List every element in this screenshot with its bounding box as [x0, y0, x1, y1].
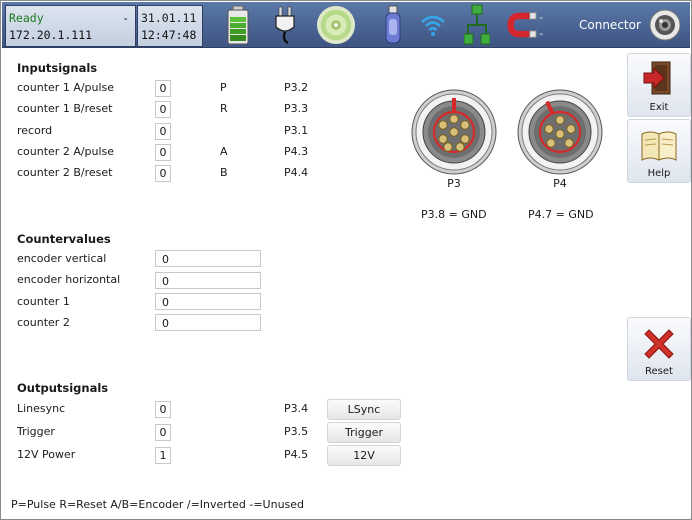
input-label: record: [17, 124, 53, 137]
status-panel: Ready - 172.20.1.111: [5, 5, 136, 47]
counter-label: counter 2: [17, 316, 70, 329]
counter-label: encoder horizontal: [17, 273, 121, 286]
p3-gnd-label: P3.8 = GND: [421, 208, 487, 221]
help-button[interactable]: Help: [627, 119, 691, 183]
input-code: A: [220, 145, 228, 158]
input-label: counter 1 A/pulse: [17, 81, 115, 94]
counter-label: encoder vertical: [17, 252, 107, 265]
datetime-panel: 31.01.11 12:47:48: [137, 5, 203, 47]
input-pin: P3.2: [284, 81, 309, 94]
input-pin: P4.3: [284, 145, 309, 158]
reset-button[interactable]: Reset: [627, 317, 691, 381]
exit-button[interactable]: Exit: [627, 53, 691, 117]
connector-p4-label: P4: [553, 177, 567, 190]
input-label: counter 2 B/reset: [17, 166, 113, 179]
input-pin: P3.1: [284, 124, 309, 137]
reset-label: Reset: [645, 366, 673, 377]
input-value: 0: [155, 80, 171, 97]
camera-connector-icon[interactable]: [645, 5, 685, 45]
network-icon[interactable]: [457, 4, 497, 45]
input-pin: P4.4: [284, 166, 309, 179]
counter-value: 0: [155, 250, 261, 267]
countervalues-title: Countervalues: [17, 232, 111, 246]
output-label: 12V Power: [17, 448, 76, 461]
usb-stick-icon[interactable]: [373, 5, 413, 45]
counter-label: counter 1: [17, 295, 70, 308]
legend-text: P=Pulse R=Reset A/B=Encoder /=Inverted -…: [11, 498, 305, 511]
date-text: 31.01.11: [141, 11, 197, 25]
output-pin: P3.5: [284, 425, 309, 438]
output-value: 0: [155, 424, 171, 441]
input-value: 0: [155, 144, 171, 161]
p4-gnd-label: P4.7 = GND: [528, 208, 594, 221]
status-text: Ready: [9, 11, 44, 25]
outputsignals-title: Outputsignals: [17, 381, 109, 395]
input-value: 0: [155, 165, 171, 182]
trigger-button[interactable]: Trigger: [327, 422, 401, 443]
status-bar: Ready - 172.20.1.111 31.01.11 12:47:48 ≈…: [2, 2, 690, 48]
counter-value: 0: [155, 314, 261, 331]
input-value: 0: [155, 101, 171, 118]
help-label: Help: [647, 168, 671, 179]
main-window: Ready - 172.20.1.111 31.01.11 12:47:48 ≈…: [0, 0, 692, 520]
input-label: counter 1 B/reset: [17, 102, 113, 115]
input-value: 0: [155, 123, 171, 140]
book-icon: [640, 128, 678, 165]
exit-label: Exit: [649, 102, 669, 113]
close-x-icon: [641, 326, 677, 365]
battery-icon[interactable]: [218, 5, 258, 45]
exit-icon: [642, 60, 676, 99]
connector-p4-icon: [517, 89, 603, 178]
connector-label: Connector: [579, 18, 641, 32]
input-code: R: [220, 102, 228, 115]
output-label: Linesync: [17, 402, 66, 415]
connector-p3-label: P3: [447, 177, 461, 190]
power-plug-icon[interactable]: [265, 5, 305, 45]
12v-button[interactable]: 12V: [327, 445, 401, 466]
output-pin: P4.5: [284, 448, 309, 461]
output-value: 1: [155, 447, 171, 464]
ip-address: 172.20.1.111: [9, 28, 93, 42]
output-value: 0: [155, 401, 171, 418]
time-text: 12:47:48: [141, 28, 197, 42]
status-suffix: -: [122, 11, 129, 25]
disc-icon[interactable]: [316, 5, 356, 45]
inputsignals-title: Inputsignals: [17, 61, 98, 75]
lsync-button[interactable]: LSync: [327, 399, 401, 420]
counter-value: 0: [155, 272, 261, 289]
input-code: P: [220, 81, 227, 94]
svg-text:≈: ≈: [539, 32, 544, 38]
output-pin: P3.4: [284, 402, 309, 415]
counter-value: 0: [155, 293, 261, 310]
magnet-icon[interactable]: ≈ ≈: [507, 5, 547, 45]
input-code: B: [220, 166, 228, 179]
svg-text:≈: ≈: [539, 16, 544, 22]
output-label: Trigger: [17, 425, 55, 438]
input-pin: P3.3: [284, 102, 309, 115]
connector-p3-icon: [411, 89, 497, 178]
input-label: counter 2 A/pulse: [17, 145, 115, 158]
wifi-icon[interactable]: [413, 5, 453, 45]
